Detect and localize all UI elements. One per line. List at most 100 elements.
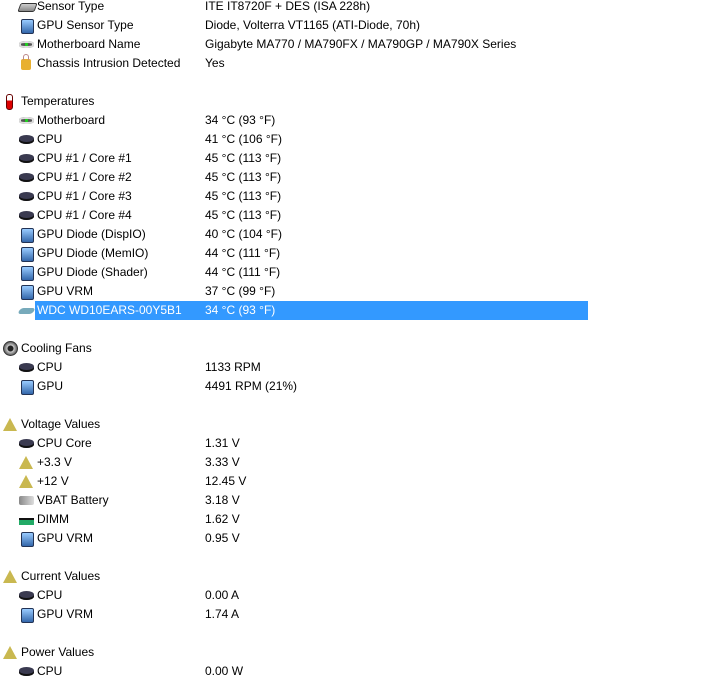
motherboard-icon: [19, 41, 34, 48]
item-label: CPU: [37, 360, 63, 374]
item-value: 1.62 V: [205, 512, 240, 526]
cpu-icon: [19, 363, 34, 372]
gpu-icon: [21, 380, 34, 395]
list-item[interactable]: GPU 4491 RPM (21%): [0, 377, 702, 396]
item-label: CPU: [37, 132, 63, 146]
item-value: 44 °C (111 °F): [205, 265, 281, 279]
list-item[interactable]: Motherboard 34 °C (93 °F): [0, 111, 702, 130]
item-label: Motherboard Name: [37, 37, 141, 51]
memory-icon: [19, 518, 34, 525]
item-label: Motherboard: [37, 113, 106, 127]
item-label: CPU Core: [37, 436, 92, 450]
item-value: 44 °C (111 °F): [205, 246, 281, 260]
gpu-icon: [21, 19, 34, 34]
gpu-icon: [21, 608, 34, 623]
list-item[interactable]: DIMM 1.62 V: [0, 510, 702, 529]
item-label: CPU: [37, 664, 63, 678]
item-value: 4491 RPM (21%): [205, 379, 298, 393]
item-label: VBAT Battery: [37, 493, 109, 507]
gpu-icon: [21, 266, 34, 281]
list-item[interactable]: Motherboard Name Gigabyte MA770 / MA790FX…: [0, 35, 702, 54]
list-item[interactable]: CPU #1 / Core #1 45 °C (113 °F): [0, 149, 702, 168]
item-label: GPU VRM: [37, 284, 94, 298]
voltage-icon: [19, 475, 33, 488]
list-item[interactable]: VBAT Battery 3.18 V: [0, 491, 702, 510]
list-item[interactable]: CPU 0.00 W: [0, 662, 702, 681]
item-value: 34 °C (93 °F): [205, 303, 276, 317]
list-item[interactable]: Chassis Intrusion Detected Yes: [0, 54, 702, 73]
group-header[interactable]: Current Values: [0, 567, 702, 586]
list-item[interactable]: GPU VRM 1.74 A: [0, 605, 702, 624]
item-label: CPU: [37, 588, 63, 602]
cpu-icon: [19, 591, 34, 600]
item-label: Sensor Type: [37, 0, 105, 13]
list-item[interactable]: GPU Diode (Shader) 44 °C (111 °F): [0, 263, 702, 282]
gpu-icon: [21, 228, 34, 243]
item-value: 34 °C (93 °F): [205, 113, 276, 127]
voltage-icon: [19, 456, 33, 469]
item-value: Yes: [205, 56, 225, 70]
list-item[interactable]: +12 V 12.45 V: [0, 472, 702, 491]
list-item[interactable]: CPU #1 / Core #3 45 °C (113 °F): [0, 187, 702, 206]
fan-icon: [3, 341, 18, 356]
item-value: 45 °C (113 °F): [205, 189, 282, 203]
list-item[interactable]: +3.3 V 3.33 V: [0, 453, 702, 472]
item-label: Cooling Fans: [21, 341, 92, 355]
hard-drive-icon: [17, 308, 36, 314]
gpu-icon: [21, 247, 34, 262]
cpu-icon: [19, 135, 34, 144]
cpu-icon: [19, 439, 34, 448]
list-item[interactable]: GPU Diode (MemIO) 44 °C (111 °F): [0, 244, 702, 263]
item-label: CPU #1 / Core #3: [37, 189, 132, 203]
list-item[interactable]: Sensor Type ITE IT8720F + DES (ISA 228h): [0, 0, 702, 16]
group-header[interactable]: Power Values: [0, 643, 702, 662]
list-item[interactable]: GPU VRM 0.95 V: [0, 529, 702, 548]
voltage-icon: [3, 418, 17, 431]
item-label: Power Values: [21, 645, 95, 659]
cpu-icon: [19, 667, 34, 676]
list-item[interactable]: GPU Sensor Type Diode, Volterra VT1165 (A…: [0, 16, 702, 35]
list-item[interactable]: CPU #1 / Core #2 45 °C (113 °F): [0, 168, 702, 187]
item-value: 1133 RPM: [205, 360, 261, 374]
item-value: 0.00 A: [205, 588, 240, 602]
item-label: +3.3 V: [37, 455, 73, 469]
list-item[interactable]: CPU 41 °C (106 °F): [0, 130, 702, 149]
list-item[interactable]: GPU Diode (DispIO) 40 °C (104 °F): [0, 225, 702, 244]
group-header[interactable]: Temperatures: [0, 92, 702, 111]
list-item[interactable]: CPU 0.00 A: [0, 586, 702, 605]
group-header[interactable]: Voltage Values: [0, 415, 702, 434]
item-label: GPU VRM: [37, 607, 94, 621]
item-value: 45 °C (113 °F): [205, 208, 282, 222]
gpu-icon: [21, 532, 34, 547]
item-value: 0.00 W: [205, 664, 244, 678]
item-value: Diode, Volterra VT1165 (ATI-Diode, 70h): [205, 18, 420, 32]
group-header[interactable]: Cooling Fans: [0, 339, 702, 358]
item-value: 40 °C (104 °F): [205, 227, 282, 241]
item-label: DIMM: [37, 512, 69, 526]
item-value: 41 °C (106 °F): [205, 132, 282, 146]
item-label: CPU #1 / Core #4: [37, 208, 132, 222]
list-item[interactable]: CPU Core 1.31 V: [0, 434, 702, 453]
item-value: 1.74 A: [205, 607, 240, 621]
item-value: 3.18 V: [205, 493, 240, 507]
item-label: Voltage Values: [21, 417, 101, 431]
list-item[interactable]: CPU #1 / Core #4 45 °C (113 °F): [0, 206, 702, 225]
item-label: CPU #1 / Core #2: [37, 170, 132, 184]
thermometer-icon: [6, 94, 13, 110]
item-value: 1.31 V: [205, 436, 240, 450]
battery-icon: [19, 496, 34, 505]
item-label: CPU #1 / Core #1: [37, 151, 132, 165]
item-label: GPU: [37, 379, 64, 393]
chip-icon: [17, 3, 38, 12]
list-item[interactable]: GPU VRM 37 °C (99 °F): [0, 282, 702, 301]
cpu-icon: [19, 211, 34, 220]
item-value: 3.33 V: [205, 455, 240, 469]
list-item[interactable]: CPU 1133 RPM: [0, 358, 702, 377]
item-label: GPU Diode (DispIO): [37, 227, 146, 241]
lock-icon: [21, 54, 31, 70]
item-label: GPU Diode (MemIO): [37, 246, 149, 260]
item-label: GPU Sensor Type: [37, 18, 134, 32]
item-value: 45 °C (113 °F): [205, 151, 282, 165]
cpu-icon: [19, 154, 34, 163]
list-item[interactable]: WDC WD10EARS-00Y5B1 34 °C (93 °F): [0, 301, 702, 320]
